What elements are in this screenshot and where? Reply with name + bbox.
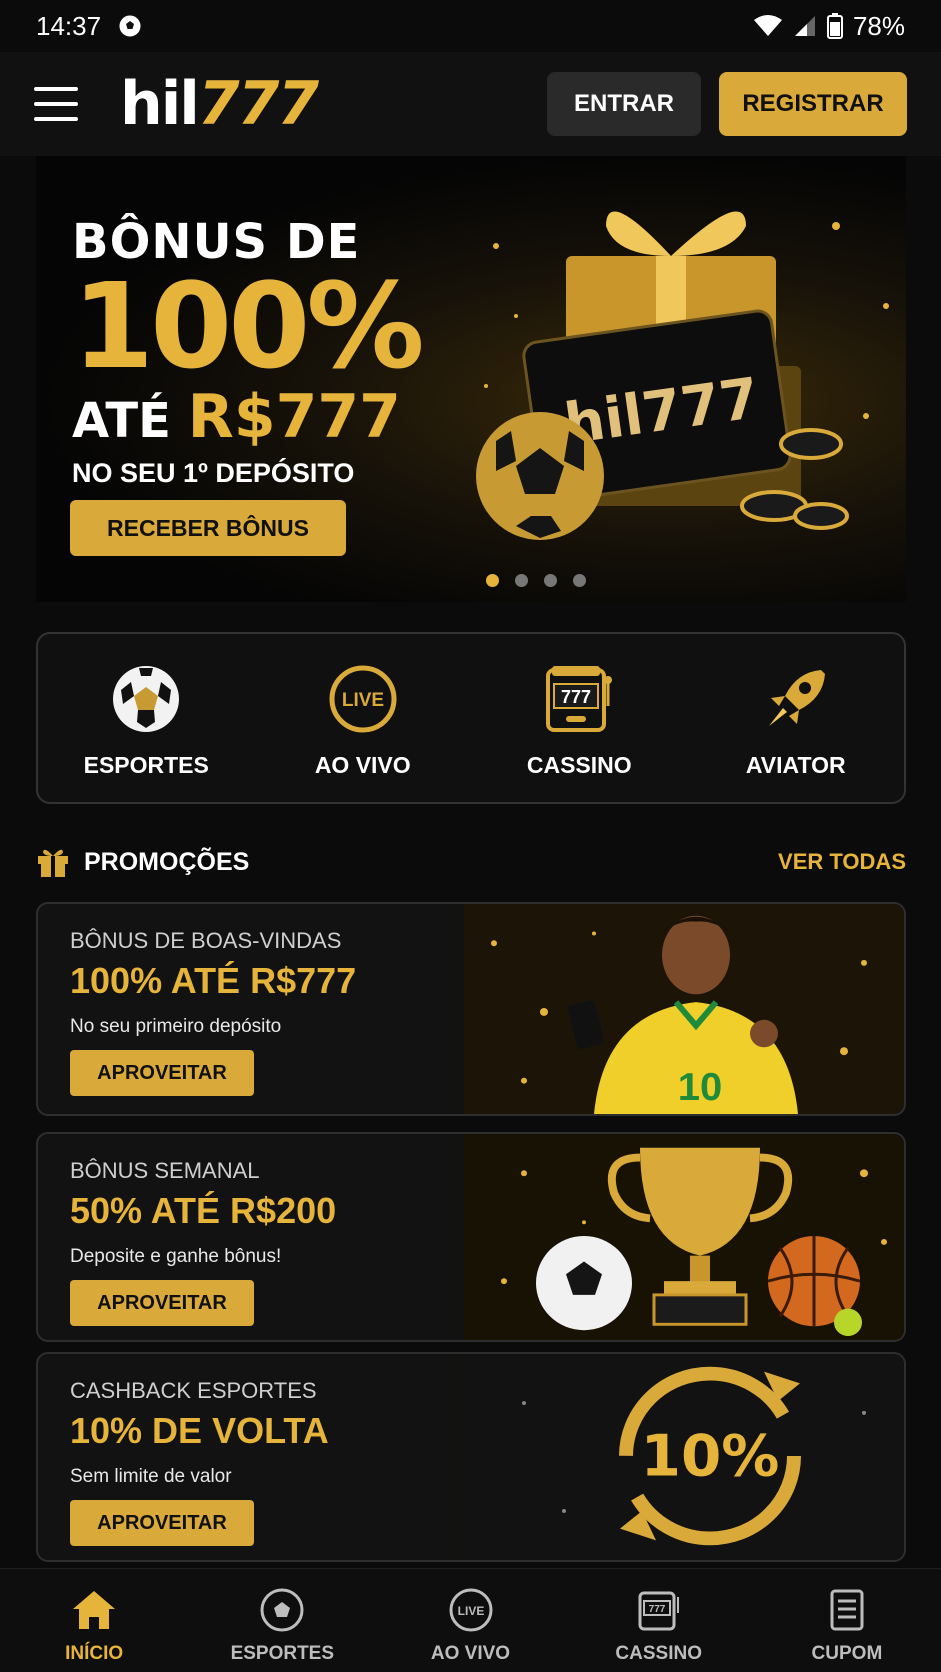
coupon-icon [830,1589,864,1631]
logo-text-white: hil [120,69,200,139]
trophy-balls-image [464,1134,904,1340]
claim-promo-button[interactable]: APROVEITAR [70,1280,254,1326]
banner-condition: NO SEU 1º DEPÓSITO [72,458,355,488]
live-icon: LIVE [329,665,397,733]
menu-line [34,102,78,106]
login-button[interactable]: ENTRAR [547,72,701,136]
status-time: 14:37 [36,10,102,41]
promo-headline: 10% DE VOLTA [70,1410,329,1451]
promo-subtitle: BÔNUS SEMANAL [70,1158,260,1183]
category-label: ESPORTES [83,752,209,778]
promo-description: Deposite e ganhe bônus! [70,1246,282,1267]
promo-subtitle: CASHBACK ESPORTES [70,1378,317,1403]
register-button[interactable]: REGISTRAR [719,72,907,136]
hamburger-menu-button[interactable] [34,87,78,121]
svg-text:LIVE: LIVE [342,690,384,711]
status-icons: 78% [753,11,905,42]
svg-text:777: 777 [561,687,591,707]
nav-sports[interactable]: ESPORTES [188,1569,376,1672]
promo-description: No seu primeiro depósito [70,1016,282,1037]
category-label: AO VIVO [314,752,411,778]
battery-level: 78% [852,10,905,41]
gift-icon [38,849,68,877]
nav-label: CASSINO [615,1643,702,1664]
claim-promo-button[interactable]: APROVEITAR [70,1050,254,1096]
carousel-dot[interactable] [544,574,557,587]
live-icon: LIVE [449,1588,492,1632]
battery-icon [826,13,843,39]
bottom-navigation: INÍCIO ESPORTES LIVE AO VIVO 777 CASSINO [0,1568,941,1672]
promo-card-welcome[interactable]: 10 BÔNUS DE BOAS-VINDAS 100% ATÉ R$777 N… [36,902,906,1116]
banner-percentage: 100% [72,257,425,395]
nav-label: INÍCIO [65,1643,124,1664]
rocket-icon [768,670,825,726]
promo-headline: 100% ATÉ R$777 [70,960,357,1001]
see-all-link[interactable]: VER TODAS [778,849,906,875]
category-label: CASSINO [526,752,632,778]
svg-text:LIVE: LIVE [457,1604,484,1618]
promo-subtitle: BÔNUS DE BOAS-VINDAS [70,928,342,953]
carousel-dot[interactable] [486,574,499,587]
promo-headline: 50% ATÉ R$200 [70,1190,337,1231]
carousel-dot[interactable] [573,574,586,587]
svg-text:10: 10 [678,1066,722,1110]
nav-casino[interactable]: 777 CASSINO [565,1569,753,1672]
nav-home[interactable]: INÍCIO [0,1569,188,1672]
home-icon [73,1591,116,1629]
menu-line [34,117,78,121]
cashback-ring-image: 10% [464,1354,904,1560]
promo-card-cashback[interactable]: 10% CASHBACK ESPORTES 10% DE VOLTA Sem l… [36,1352,906,1562]
banner-limit-value: R$777 [187,382,401,452]
slot-machine-icon: 777 [638,1591,679,1631]
nav-label: AO VIVO [430,1643,511,1664]
banner-limit: ATÉ R$777 [72,382,421,452]
promo-banner-carousel[interactable]: BÔNUS DE 100% ATÉ R$777 NO SEU 1º DEPÓSI… [36,156,906,602]
category-live[interactable]: LIVE AO VIVO [255,634,472,802]
svg-text:777: 777 [648,1604,665,1615]
banner-limit-prefix: ATÉ [72,393,188,449]
gift-box-illustration: hil777 [476,211,889,540]
site-logo[interactable]: hil777 [120,69,319,139]
soccer-player-image: 10 [464,904,904,1114]
menu-line [34,87,78,91]
banner-text: BÔNUS DE 100% ATÉ R$777 NO SEU 1º DEPÓSI… [72,214,425,489]
carousel-indicators [36,574,906,587]
promotions-title: PROMOÇÕES [84,847,250,876]
soccer-notification-icon [118,14,142,38]
category-shortcuts: ESPORTES LIVE AO VIVO 777 CASSINO AVIATO… [36,632,906,804]
status-bar: 14:37 78% [0,0,941,52]
category-sports[interactable]: ESPORTES [38,634,255,802]
nav-live[interactable]: LIVE AO VIVO [376,1569,564,1672]
cashback-badge: 10% [641,1423,780,1489]
receive-bonus-button[interactable]: RECEBER BÔNUS [70,500,346,556]
claim-promo-button[interactable]: APROVEITAR [70,1500,254,1546]
carousel-dot[interactable] [515,574,528,587]
nav-label: CUPOM [811,1643,883,1664]
app-header: hil777 ENTRAR REGISTRAR [0,52,941,156]
soccer-ball-icon [113,666,180,732]
soccer-ball-icon [260,1588,304,1632]
promo-description: Sem limite de valor [70,1466,232,1487]
signal-icon [794,16,815,36]
slot-machine-icon: 777 [546,666,613,732]
promotions-header: PROMOÇÕES VER TODAS [36,844,906,880]
nav-coupon[interactable]: CUPOM [753,1569,941,1672]
promo-card-weekly[interactable]: BÔNUS SEMANAL 50% ATÉ R$200 Deposite e g… [36,1132,906,1342]
category-label: AVIATOR [745,752,846,778]
category-aviator[interactable]: AVIATOR [688,634,905,802]
wifi-icon [753,15,782,36]
category-casino[interactable]: 777 CASSINO [471,634,688,802]
logo-text-gold: 777 [197,69,319,139]
nav-label: ESPORTES [230,1643,335,1664]
